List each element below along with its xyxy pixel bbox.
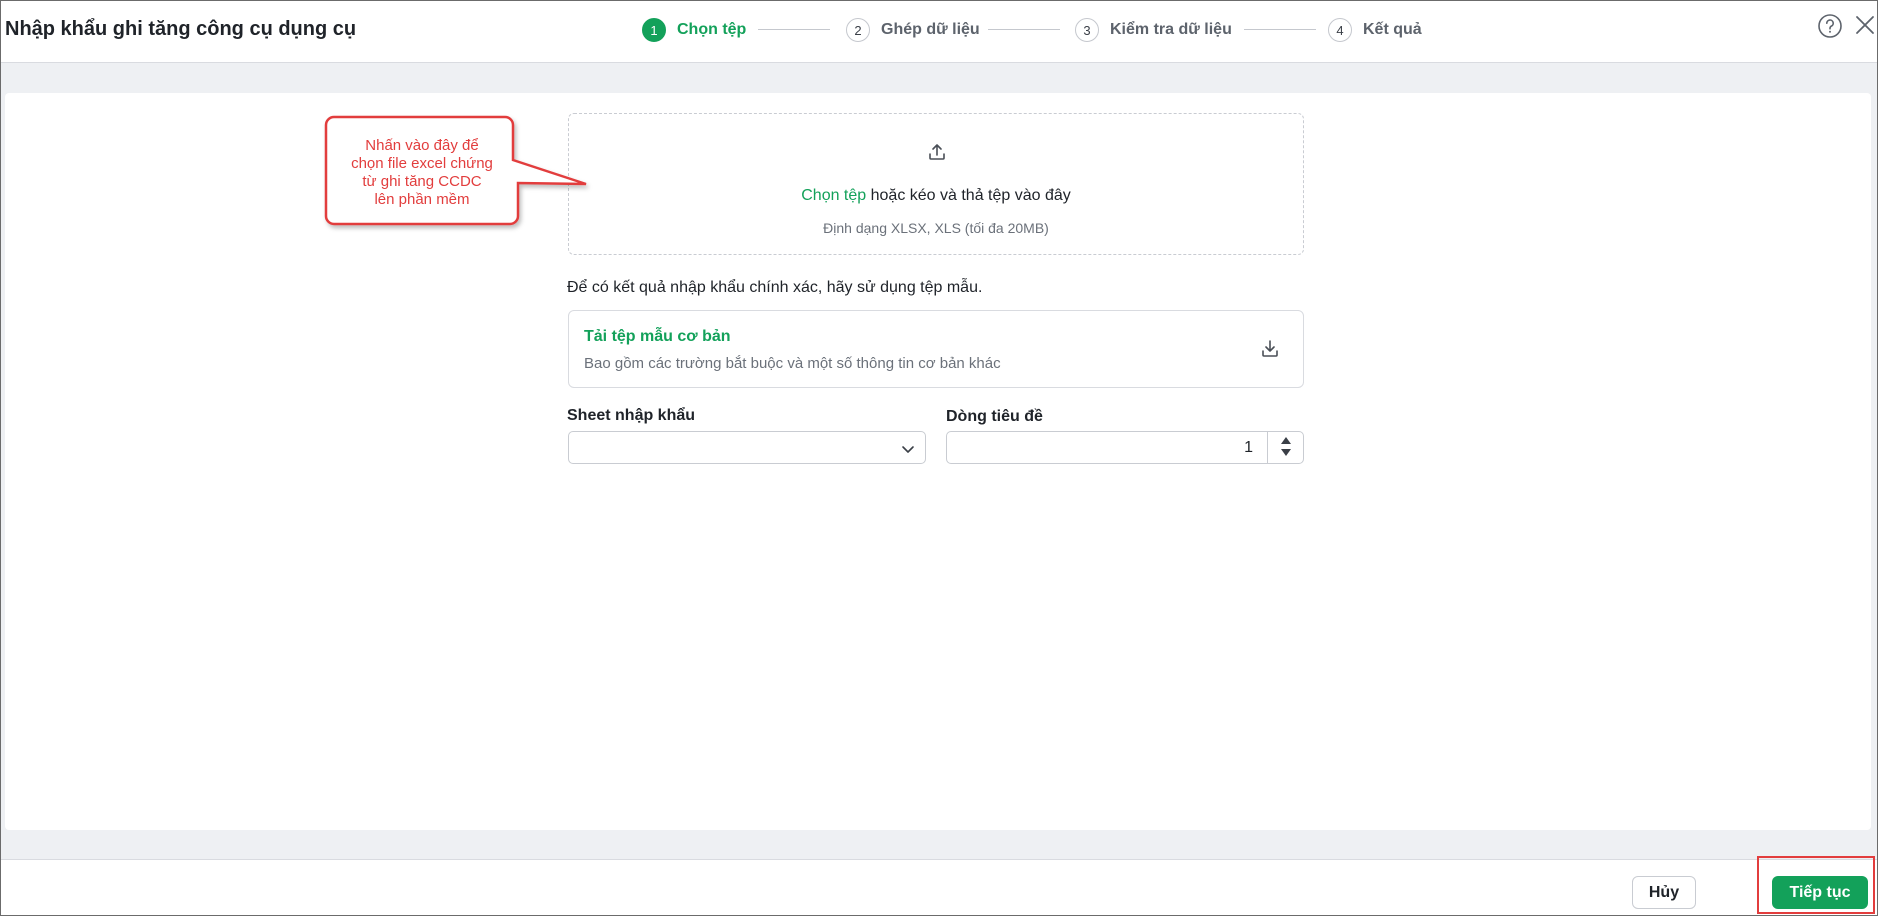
callout-line: chọn file excel chứng [351, 155, 493, 172]
step-number: 1 [642, 18, 666, 42]
header-row-stepper[interactable]: 1 [946, 431, 1304, 464]
step-choose-file[interactable]: 1 Chọn tệp [642, 17, 746, 43]
step-number: 2 [846, 18, 870, 42]
step-number: 4 [1328, 18, 1352, 42]
download-icon[interactable] [1259, 338, 1281, 360]
step-map-data[interactable]: 2 Ghép dữ liệu [846, 17, 980, 43]
step-label: Kiểm tra dữ liệu [1110, 21, 1232, 38]
step-check-data[interactable]: 3 Kiểm tra dữ liệu [1075, 17, 1232, 43]
template-note: Để có kết quả nhập khẩu chính xác, hãy s… [567, 279, 983, 296]
dialog-footer: Hủy Tiếp tục [1, 859, 1877, 915]
step-connector [1244, 29, 1316, 30]
dropzone-instruction: hoặc kéo và thả tệp vào đây [866, 187, 1071, 204]
callout-line: Nhấn vào đây để [365, 137, 479, 154]
download-template-link[interactable]: Tải tệp mẫu cơ bản [584, 328, 731, 346]
template-description: Bao gồm các trường bắt buộc và một số th… [584, 355, 1001, 372]
format-hint: Định dạng XLSX, XLS (tối đa 20MB) [823, 220, 1049, 236]
file-dropzone[interactable]: Chọn tệp hoặc kéo và thả tệp vào đây Địn… [568, 113, 1304, 255]
close-icon[interactable] [1854, 14, 1876, 36]
step-connector [758, 29, 830, 30]
choose-file-link[interactable]: Chọn tệp [801, 187, 866, 204]
spin-buttons [1267, 432, 1303, 463]
callout-text: Nhấn vào đây để chọn file excel chứng từ… [336, 137, 508, 209]
dropzone-text: Chọn tệp hoặc kéo và thả tệp vào đây [569, 187, 1303, 205]
dialog-header: Nhập khẩu ghi tăng công cụ dụng cụ 1 Chọ… [1, 1, 1877, 63]
step-connector [988, 29, 1060, 30]
page-title: Nhập khẩu ghi tăng công cụ dụng cụ [5, 18, 357, 40]
cancel-button[interactable]: Hủy [1632, 876, 1696, 909]
question-circle-icon[interactable] [1817, 13, 1843, 39]
step-label: Kết quả [1363, 21, 1422, 38]
callout-line: lên phần mềm [374, 191, 470, 208]
step-result[interactable]: 4 Kết quả [1328, 17, 1422, 43]
header-row-value: 1 [1244, 439, 1253, 456]
callout-line: từ ghi tăng CCDC [362, 173, 482, 190]
sheet-label: Sheet nhập khẩu [567, 407, 696, 424]
decrement-icon[interactable] [1281, 449, 1291, 456]
step-label: Chọn tệp [677, 21, 747, 38]
annotation-highlight [1757, 856, 1875, 914]
header-row-label: Dòng tiêu đề [946, 408, 1043, 425]
template-card[interactable]: Tải tệp mẫu cơ bản Bao gồm các trường bắ… [568, 310, 1304, 388]
sheet-select[interactable] [568, 431, 926, 464]
step-number: 3 [1075, 18, 1099, 42]
increment-icon[interactable] [1281, 437, 1291, 444]
chevron-down-icon [902, 446, 914, 453]
step-label: Ghép dữ liệu [881, 21, 980, 38]
upload-icon [929, 144, 945, 160]
